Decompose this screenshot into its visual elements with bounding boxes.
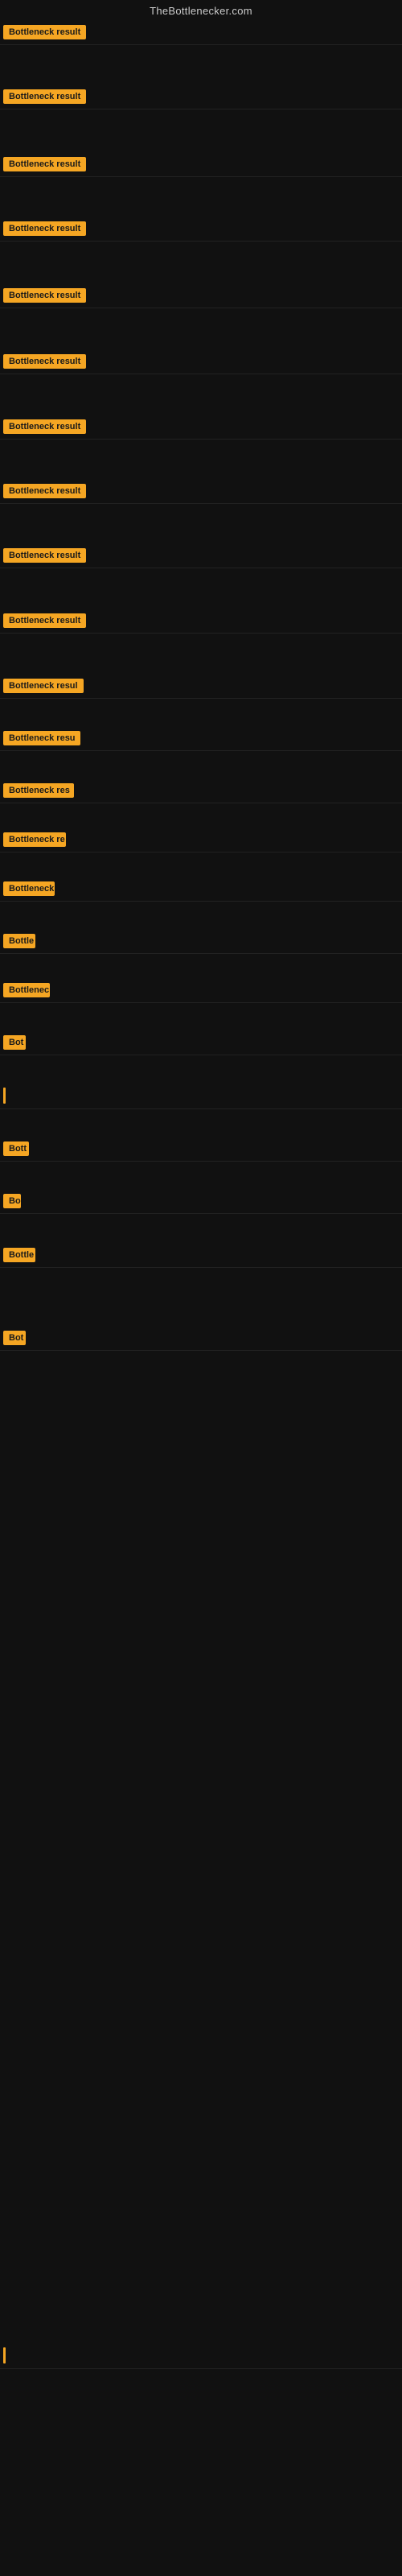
result-row-19	[0, 1083, 402, 1109]
bottleneck-badge[interactable]: Bottleneck result	[3, 157, 86, 171]
result-row-11: Bottleneck resul	[0, 674, 402, 699]
result-row-4: Bottleneck result	[0, 217, 402, 242]
spacer	[0, 242, 402, 283]
result-row-17: Bottlenec	[0, 978, 402, 1003]
result-row-14: Bottleneck re	[0, 828, 402, 852]
result-row-22: Bottle	[0, 1243, 402, 1268]
bottleneck-badge[interactable]: Bottleneck result	[3, 548, 86, 563]
result-row-21: Bo	[0, 1189, 402, 1214]
bottleneck-badge[interactable]: Bottleneck result	[3, 221, 86, 236]
bottleneck-badge[interactable]: Bottleneck result	[3, 354, 86, 369]
rows-container: Bottleneck result Bottleneck result Bottle…	[0, 20, 402, 2369]
bottleneck-badge[interactable]: Bottleneck result	[3, 25, 86, 39]
spacer	[0, 45, 402, 85]
bottleneck-badge[interactable]: Bottleneck re	[3, 832, 66, 847]
spacer	[0, 1351, 402, 2343]
spacer	[0, 1055, 402, 1083]
bottleneck-badge[interactable]: Bottleneck resu	[3, 731, 80, 745]
bottleneck-badge[interactable]: Bottleneck result	[3, 484, 86, 498]
bottleneck-badge[interactable]: Bottleneck result	[3, 288, 86, 303]
bottleneck-badge[interactable]: Bot	[3, 1035, 26, 1050]
vertical-bar-indicator	[3, 2347, 6, 2363]
bottleneck-badge[interactable]: Bott	[3, 1141, 29, 1156]
result-row-10: Bottleneck result	[0, 609, 402, 634]
spacer	[0, 1109, 402, 1137]
result-row-3: Bottleneck result	[0, 152, 402, 177]
spacer	[0, 109, 402, 152]
spacer	[0, 1162, 402, 1189]
bottleneck-badge[interactable]: Bottle	[3, 934, 35, 948]
bottleneck-badge[interactable]: Bottle	[3, 1248, 35, 1262]
result-row-24	[0, 2343, 402, 2369]
result-row-5: Bottleneck result	[0, 283, 402, 308]
spacer	[0, 440, 402, 479]
spacer	[0, 1214, 402, 1243]
spacer	[0, 568, 402, 609]
spacer	[0, 504, 402, 543]
result-row-18: Bot	[0, 1030, 402, 1055]
bottleneck-badge[interactable]: Bottleneck result	[3, 89, 86, 104]
result-row-23: Bot	[0, 1326, 402, 1351]
result-row-7: Bottleneck result	[0, 415, 402, 440]
spacer	[0, 374, 402, 415]
spacer	[0, 634, 402, 674]
result-row-12: Bottleneck resu	[0, 726, 402, 751]
result-row-20: Bott	[0, 1137, 402, 1162]
bottleneck-badge[interactable]: Bottleneck	[3, 881, 55, 896]
bottleneck-badge[interactable]: Bottleneck resul	[3, 679, 84, 693]
result-row-1: Bottleneck result	[0, 20, 402, 45]
bottleneck-badge[interactable]: Bottleneck res	[3, 783, 74, 798]
bottleneck-badge[interactable]: Bottlenec	[3, 983, 50, 997]
spacer	[0, 954, 402, 978]
spacer	[0, 308, 402, 349]
site-title: TheBottlenecker.com	[0, 0, 402, 20]
bottleneck-badge[interactable]: Bottleneck result	[3, 419, 86, 434]
spacer	[0, 902, 402, 929]
bottleneck-badge[interactable]: Bo	[3, 1194, 21, 1208]
result-row-13: Bottleneck res	[0, 778, 402, 803]
result-row-16: Bottle	[0, 929, 402, 954]
site-title-bar: TheBottlenecker.com	[0, 0, 402, 20]
result-row-6: Bottleneck result	[0, 349, 402, 374]
spacer	[0, 803, 402, 828]
vertical-bar-indicator	[3, 1088, 6, 1104]
spacer	[0, 751, 402, 778]
spacer	[0, 699, 402, 726]
spacer	[0, 1268, 402, 1326]
result-row-2: Bottleneck result	[0, 85, 402, 109]
result-row-9: Bottleneck result	[0, 543, 402, 568]
result-row-15: Bottleneck	[0, 877, 402, 902]
result-row-8: Bottleneck result	[0, 479, 402, 504]
spacer	[0, 852, 402, 877]
spacer	[0, 1003, 402, 1030]
spacer	[0, 177, 402, 217]
bottleneck-badge[interactable]: Bottleneck result	[3, 613, 86, 628]
bottleneck-badge[interactable]: Bot	[3, 1331, 26, 1345]
